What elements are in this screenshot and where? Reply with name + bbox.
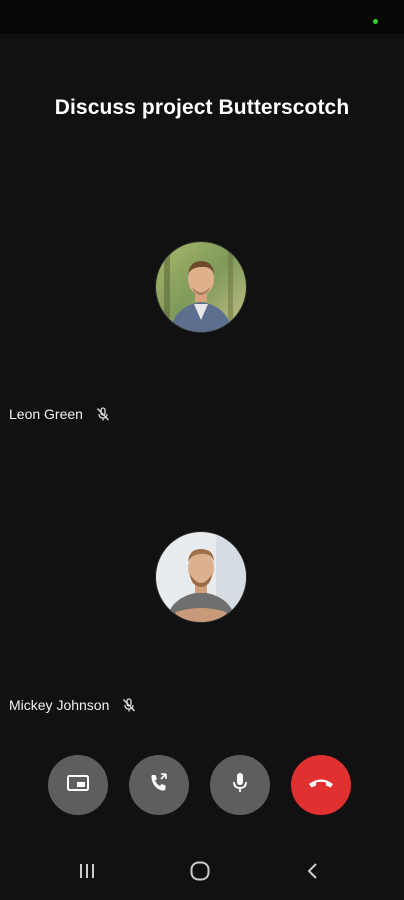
switch-call-button[interactable] <box>129 755 189 815</box>
home-icon <box>189 860 211 887</box>
participant-avatar-mickey-johnson <box>155 531 247 623</box>
back-button[interactable] <box>298 860 328 886</box>
microphone-icon <box>229 771 251 800</box>
recent-apps-icon <box>77 862 97 885</box>
system-navigation-bar <box>0 846 404 900</box>
hang-up-icon <box>307 773 335 798</box>
meeting-title: Discuss project Butterscotch <box>54 96 350 119</box>
back-icon <box>305 861 321 886</box>
end-call-button[interactable] <box>291 755 351 815</box>
participant-name: Mickey Johnson <box>9 697 110 713</box>
participant-label-mickey-johnson: Mickey Johnson <box>9 697 137 713</box>
participant-avatar-leon-green <box>155 241 247 333</box>
pip-icon <box>66 773 90 798</box>
microphone-muted-icon <box>121 697 137 713</box>
call-controls <box>0 755 404 815</box>
home-button[interactable] <box>185 860 215 886</box>
camera-indicator-dot <box>373 19 378 24</box>
microphone-button[interactable] <box>210 755 270 815</box>
participant-label-leon-green: Leon Green <box>9 406 111 422</box>
participant-name: Leon Green <box>9 406 83 422</box>
status-bar <box>0 0 404 34</box>
recent-apps-button[interactable] <box>72 860 102 886</box>
microphone-muted-icon <box>95 406 111 422</box>
phone-switch-icon <box>147 771 171 800</box>
picture-in-picture-button[interactable] <box>48 755 108 815</box>
